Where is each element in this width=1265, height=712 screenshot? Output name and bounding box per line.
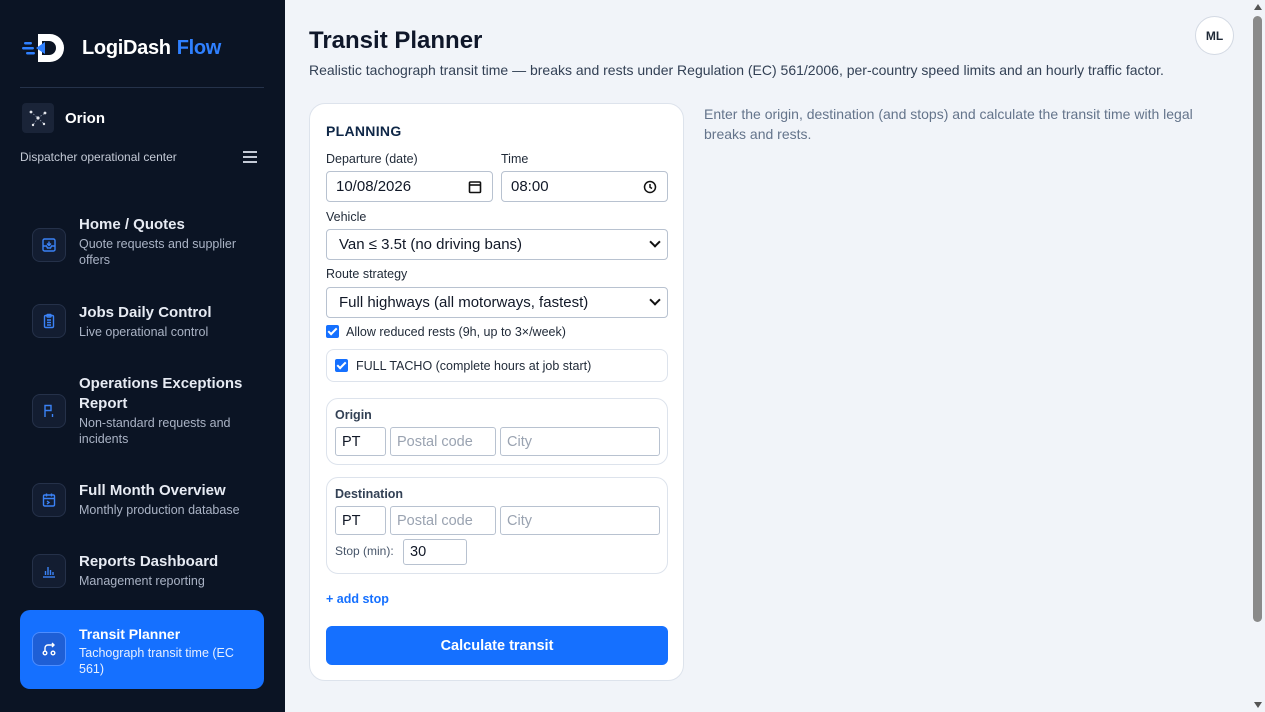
destination-postal-placeholder: Postal code [397,512,473,529]
strategy-value: Full highways (all motorways, fastest) [339,294,589,311]
vehicle-value: Van ≤ 3.5t (no driving bans) [339,236,523,253]
destination-country-input[interactable]: PT [335,506,386,535]
vehicle-select[interactable]: Van ≤ 3.5t (no driving bans) [326,229,668,260]
origin-postal-placeholder: Postal code [397,433,473,450]
sidebar-item-desc: Monthly production database [79,503,240,517]
sidebar-item-full-month-overview[interactable]: Full Month Overview Monthly production d… [20,474,264,528]
page-subtitle: Realistic tachograph transit time — brea… [309,62,1164,78]
sidebar-item-desc: Tachograph transit time (EC 561) [79,646,234,676]
strategy-label: Route strategy [326,267,408,281]
origin-postal-input[interactable]: Postal code [390,427,496,456]
sidebar-item-title: Reports Dashboard [79,553,219,570]
sidebar-item-transit-planner[interactable]: Transit Planner Tachograph transit time … [20,610,264,689]
stop-minutes-label: Stop (min): [335,544,394,558]
sidebar-item-title: Full Month Overview [79,482,226,499]
origin-city-placeholder: City [507,433,532,450]
reduced-rests-checkbox[interactable] [326,325,339,338]
route-strategy-select[interactable]: Full highways (all motorways, fastest) [326,287,668,318]
sidebar-item-operations-exceptions[interactable]: Operations Exceptions Report Non-standar… [20,366,264,456]
time-label: Time [501,152,529,166]
calendar-icon [32,483,66,517]
origin-group: Origin PT Postal code City [326,398,668,465]
bar-chart-icon [32,554,66,588]
sidebar-item-desc: Live operational control [79,325,209,339]
scrollbar[interactable] [1251,0,1265,712]
add-stop-link[interactable]: + add stop [326,592,389,606]
sidebar-item-home-quotes[interactable]: Home / Quotes Quote requests and supplie… [20,206,264,278]
origin-country-value: PT [342,433,361,450]
calculate-transit-button[interactable]: Calculate transit [326,626,668,665]
vehicle-label: Vehicle [326,210,367,224]
sidebar-item-desc: Management reporting [79,574,205,588]
planning-card: PLANNING Departure (date) Time 10/08/202… [309,103,684,681]
hamburger-icon[interactable] [243,151,257,163]
destination-city-input[interactable]: City [500,506,660,535]
flag-icon [32,394,66,428]
scroll-thumb[interactable] [1253,16,1262,622]
brand-accent: Flow [176,36,222,59]
destination-postal-input[interactable]: Postal code [390,506,496,535]
chevron-down-icon [649,294,661,306]
departure-date-input[interactable]: 10/08/2026 [326,171,493,202]
sidebar-item-reports-dashboard[interactable]: Reports Dashboard Management reporting [20,545,264,599]
brand-name: LogiDash [82,36,171,59]
full-tacho-checkbox[interactable] [335,359,348,372]
sidebar-item-title: Home / Quotes [79,216,185,233]
destination-group: Destination PT Postal code City Stop (mi… [326,477,668,574]
origin-country-input[interactable]: PT [335,427,386,456]
avatar[interactable]: ML [1195,16,1234,55]
inbox-icon [32,228,66,262]
scroll-down-arrow-icon[interactable] [1254,702,1262,708]
sidebar: LogiDash Flow Orion Dispatcher operation… [0,0,285,712]
stop-minutes-input[interactable]: 30 [403,539,467,565]
departure-date-value: 10/08/2026 [336,178,412,195]
departure-label: Departure (date) [326,152,418,166]
sidebar-item-title: Transit Planner [79,626,181,642]
full-tacho-box: FULL TACHO (complete hours at job start) [326,349,668,382]
reduced-rests-label: Allow reduced rests (9h, up to 3×/week) [346,325,566,339]
sidebar-item-title: Operations Exceptions Report [79,375,243,412]
scroll-up-arrow-icon[interactable] [1254,4,1262,10]
chevron-down-icon [649,236,661,248]
origin-label: Origin [335,408,372,422]
sidebar-item-jobs-daily-control[interactable]: Jobs Daily Control Live operational cont… [20,296,264,346]
hint-text: Enter the origin, destination (and stops… [704,106,1193,142]
constellation-icon [22,103,54,133]
sidebar-item-title: Jobs Daily Control [79,304,212,321]
workspace-subtitle: Dispatcher operational center [20,150,177,164]
route-icon [32,632,66,666]
destination-city-placeholder: City [507,512,532,529]
workspace-name: Orion [65,109,105,127]
origin-city-input[interactable]: City [500,427,660,456]
full-tacho-label: FULL TACHO (complete hours at job start) [356,359,592,373]
sidebar-item-desc: Non-standard requests and incidents [79,416,231,446]
clipboard-icon [32,304,66,338]
time-input[interactable]: 08:00 [501,171,668,202]
sidebar-item-desc: Quote requests and supplier offers [79,237,237,267]
calendar-icon[interactable] [468,180,482,198]
destination-country-value: PT [342,512,361,529]
section-title: PLANNING [326,123,402,139]
clock-icon[interactable] [643,180,657,198]
divider [20,87,264,88]
stop-minutes-value: 30 [410,544,427,560]
time-value: 08:00 [511,178,549,195]
destination-label: Destination [335,487,404,501]
page-title: Transit Planner [309,27,483,54]
logo-icon [22,30,70,66]
brand[interactable]: LogiDash Flow [22,30,221,66]
workspace[interactable]: Orion [22,103,105,133]
